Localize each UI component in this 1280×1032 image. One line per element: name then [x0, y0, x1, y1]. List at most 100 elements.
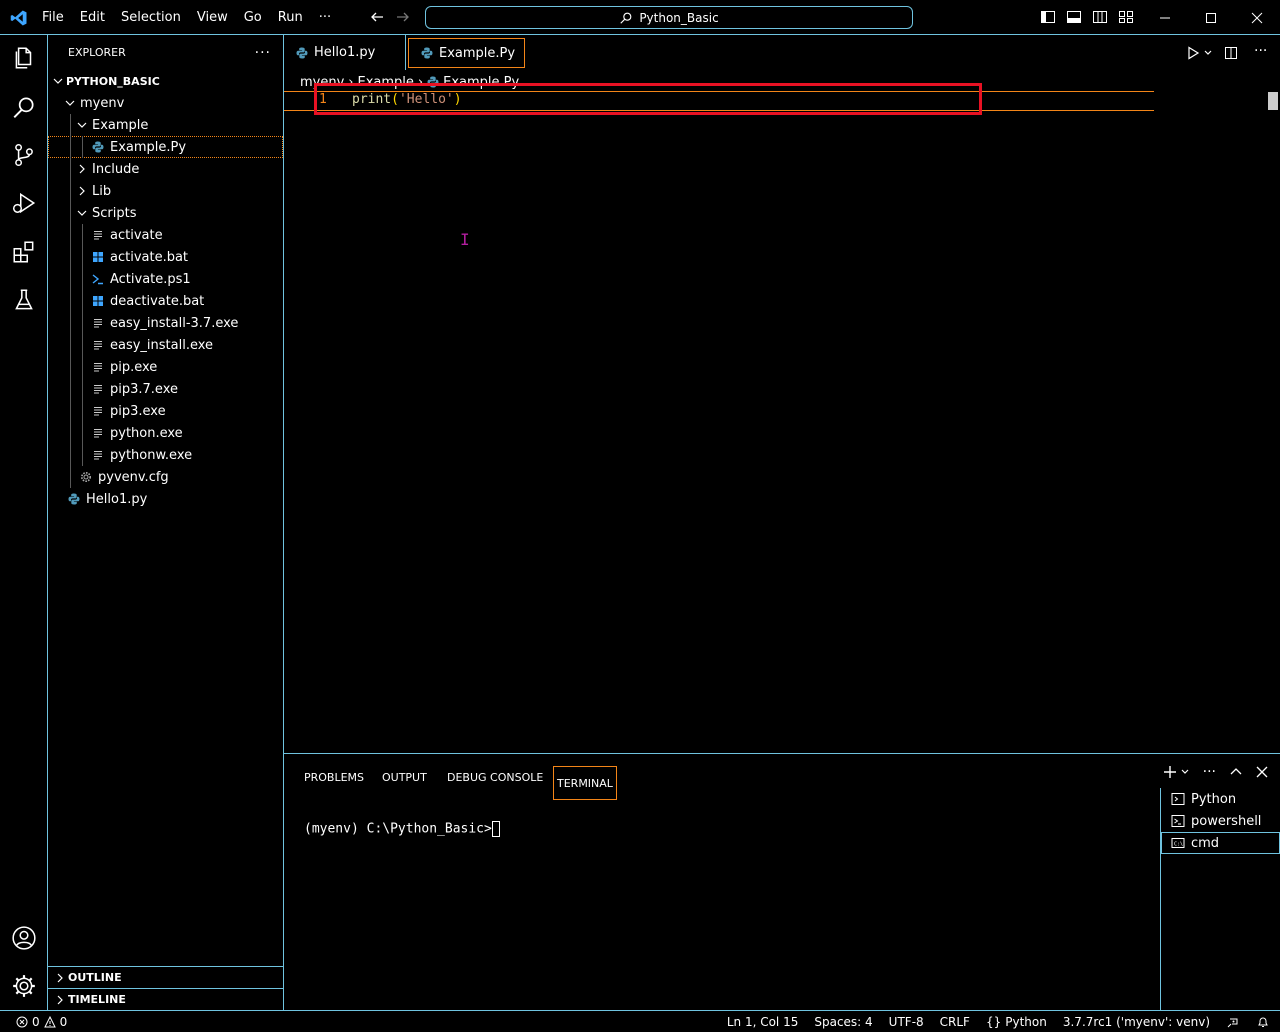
tree-item[interactable]: pip.exe: [48, 356, 283, 378]
new-terminal-button[interactable]: [1163, 765, 1189, 779]
tree-item[interactable]: activate.bat: [48, 246, 283, 268]
tree-label: Activate.ps1: [110, 271, 191, 287]
indent-guide: [70, 158, 71, 180]
tree-item[interactable]: pythonw.exe: [48, 444, 283, 466]
back-arrow-icon[interactable]: [369, 9, 385, 25]
editor-more-actions-icon[interactable]: ···: [1254, 43, 1267, 59]
split-editor-icon[interactable]: [1224, 46, 1238, 60]
command-center[interactable]: Python_Basic: [425, 6, 913, 29]
tree-item[interactable]: pip3.exe: [48, 400, 283, 422]
indent-guide: [70, 312, 71, 334]
file-icon: [90, 425, 106, 441]
terminal-item-powershell[interactable]: powershell: [1161, 810, 1280, 832]
tree-label: python.exe: [110, 425, 183, 441]
language-mode[interactable]: {} Python: [986, 1015, 1047, 1029]
tab-debug-console[interactable]: DEBUG CONSOLE: [444, 766, 546, 788]
problems-indicator[interactable]: 0 0: [16, 1015, 67, 1029]
minimize-button[interactable]: [1142, 0, 1188, 35]
tab-problems[interactable]: PROBLEMS: [301, 766, 367, 788]
indent-guide: [70, 378, 71, 400]
outline-section[interactable]: OUTLINE: [48, 966, 283, 988]
extensions-icon[interactable]: [11, 239, 37, 265]
chevron-down-icon: [1181, 769, 1189, 774]
tree-item[interactable]: Activate.ps1: [48, 268, 283, 290]
menu-more[interactable]: ···: [311, 0, 339, 35]
end-of-line[interactable]: CRLF: [940, 1015, 970, 1029]
menu-view[interactable]: View: [189, 0, 236, 35]
tree-item[interactable]: Lib: [48, 180, 283, 202]
source-control-icon[interactable]: [11, 142, 37, 168]
tree-root-python-basic[interactable]: PYTHON_BASIC: [48, 70, 283, 92]
terminal-item-label: cmd: [1191, 835, 1220, 851]
encoding[interactable]: UTF-8: [889, 1015, 924, 1029]
terminal-item-cmd[interactable]: C:\ cmd: [1161, 832, 1280, 854]
maximize-panel-chevron-up-icon[interactable]: [1230, 766, 1242, 778]
run-debug-icon[interactable]: [11, 190, 37, 216]
tree-item[interactable]: Scripts: [48, 202, 283, 224]
menu-run[interactable]: Run: [270, 0, 311, 35]
tab-hello1-py[interactable]: Hello1.py: [284, 35, 406, 70]
cursor-position[interactable]: Ln 1, Col 15: [727, 1015, 799, 1029]
run-file-icon[interactable]: [1186, 46, 1200, 60]
tree-item[interactable]: activate: [48, 224, 283, 246]
tab-terminal[interactable]: TERMINAL: [553, 766, 617, 800]
indent-guide: [70, 444, 71, 466]
menu-go[interactable]: Go: [236, 0, 270, 35]
tree-item[interactable]: Include: [48, 158, 283, 180]
panel-more-actions-icon[interactable]: ···: [1203, 764, 1216, 780]
indent-guide: [82, 312, 83, 334]
tree-item[interactable]: easy_install-3.7.exe: [48, 312, 283, 334]
tree-item[interactable]: Example: [48, 114, 283, 136]
terminal-output[interactable]: (myenv) C:\Python_Basic>: [304, 821, 500, 837]
editor-scrollbar[interactable]: [1268, 92, 1278, 110]
tree-item[interactable]: deactivate.bat: [48, 290, 283, 312]
close-window-button[interactable]: [1234, 0, 1280, 35]
toggle-sidebar-icon[interactable]: [1040, 9, 1056, 25]
timeline-section[interactable]: TIMELINE: [48, 988, 283, 1010]
tree-item[interactable]: pip3.7.exe: [48, 378, 283, 400]
terminal-icon: [1171, 793, 1185, 805]
indent-guide: [70, 224, 71, 246]
python-file-icon: [66, 491, 82, 507]
customize-layout-icon[interactable]: [1118, 9, 1134, 25]
search-icon[interactable]: [11, 94, 37, 120]
python-file-icon: [419, 45, 435, 61]
tab-output[interactable]: OUTPUT: [379, 766, 430, 788]
menu-selection[interactable]: Selection: [113, 0, 189, 35]
tree-item[interactable]: pyvenv.cfg: [48, 466, 283, 488]
menu-file[interactable]: File: [34, 0, 72, 35]
tab-example-py[interactable]: Example.Py: [408, 38, 525, 68]
tree-item[interactable]: myenv: [48, 92, 283, 114]
chevron-right-icon: [74, 183, 90, 199]
chevron-down-icon[interactable]: [1204, 49, 1212, 57]
window-controls: [1142, 0, 1280, 35]
accounts-icon[interactable]: [11, 925, 37, 951]
toggle-secondary-sidebar-icon[interactable]: [1092, 9, 1108, 25]
indent-guide: [82, 422, 83, 444]
tree-label: Lib: [92, 183, 112, 199]
menu-edit[interactable]: Edit: [72, 0, 113, 35]
tree-item[interactable]: Hello1.py: [48, 488, 283, 510]
file-icon: [90, 315, 106, 331]
explorer-more-actions-icon[interactable]: ···: [255, 45, 271, 61]
toggle-panel-icon[interactable]: [1066, 9, 1082, 25]
testing-flask-icon[interactable]: [11, 287, 37, 313]
close-panel-icon[interactable]: [1256, 766, 1268, 778]
tree-item[interactable]: python.exe: [48, 422, 283, 444]
explorer-icon[interactable]: [11, 45, 37, 71]
indentation[interactable]: Spaces: 4: [814, 1015, 872, 1029]
maximize-button[interactable]: [1188, 0, 1234, 35]
warning-count: 0: [59, 1014, 68, 1029]
indent-guide: [70, 400, 71, 422]
timeline-label: TIMELINE: [68, 993, 126, 1006]
forward-arrow-icon[interactable]: [395, 9, 411, 25]
manage-gear-icon[interactable]: [11, 973, 37, 999]
tree-item[interactable]: Example.Py: [48, 136, 283, 158]
powershell-icon: [1171, 815, 1185, 827]
tree-item[interactable]: easy_install.exe: [48, 334, 283, 356]
python-interpreter[interactable]: 3.7.7rc1 ('myenv': venv): [1063, 1015, 1210, 1029]
feedback-icon[interactable]: [1226, 1015, 1240, 1029]
indent-guide: [70, 290, 71, 312]
notifications-bell-icon[interactable]: [1256, 1015, 1270, 1029]
terminal-item-python[interactable]: Python: [1161, 788, 1280, 810]
